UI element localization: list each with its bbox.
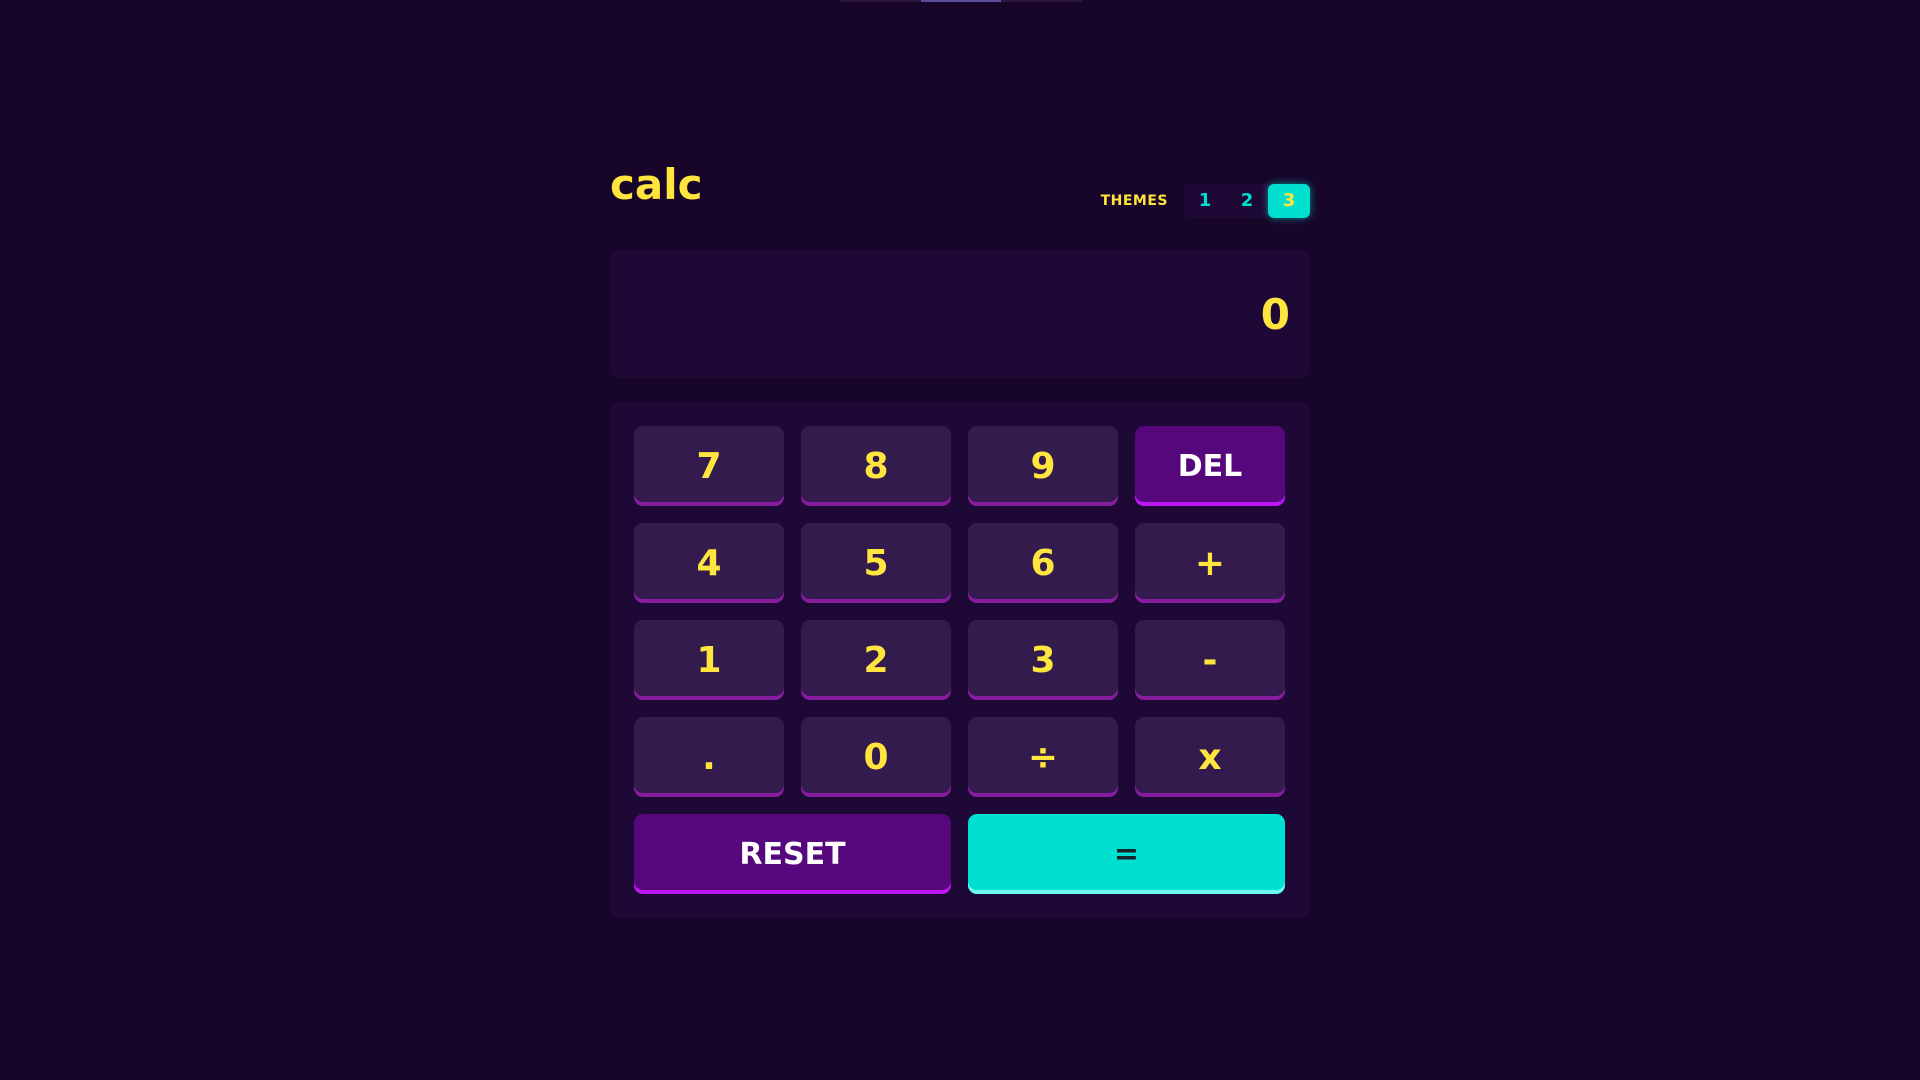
- calculator: calc THEMES 1 2 3 0 7 8 9 DEL 4 5 6 + 1 …: [610, 150, 1310, 918]
- theme-label: THEMES: [1100, 193, 1168, 209]
- theme-option-3[interactable]: 3: [1268, 184, 1310, 218]
- minus-button[interactable]: -: [1135, 620, 1285, 700]
- key-9[interactable]: 9: [968, 426, 1118, 506]
- key-3[interactable]: 3: [968, 620, 1118, 700]
- key-8[interactable]: 8: [801, 426, 951, 506]
- key-5[interactable]: 5: [801, 523, 951, 603]
- app-logo: calc: [610, 160, 703, 209]
- decimal-button[interactable]: .: [634, 717, 784, 797]
- divide-button[interactable]: ÷: [968, 717, 1118, 797]
- plus-button[interactable]: +: [1135, 523, 1285, 603]
- top-tab-segment: [840, 0, 921, 2]
- theme-option-1[interactable]: 1: [1184, 184, 1226, 218]
- top-tab-indicator: [840, 0, 1083, 2]
- delete-button[interactable]: DEL: [1135, 426, 1285, 506]
- reset-button[interactable]: RESET: [634, 814, 951, 894]
- key-0[interactable]: 0: [801, 717, 951, 797]
- equals-button[interactable]: =: [968, 814, 1285, 894]
- theme-toggle-track[interactable]: 1 2 3: [1184, 184, 1310, 218]
- key-7[interactable]: 7: [634, 426, 784, 506]
- top-tab-segment-active: [920, 0, 1002, 2]
- key-2[interactable]: 2: [801, 620, 951, 700]
- key-6[interactable]: 6: [968, 523, 1118, 603]
- theme-option-2[interactable]: 2: [1226, 184, 1268, 218]
- multiply-button[interactable]: x: [1135, 717, 1285, 797]
- top-tab-segment: [1001, 0, 1083, 2]
- calculator-header: calc THEMES 1 2 3: [610, 150, 1310, 250]
- theme-switcher: THEMES 1 2 3: [1101, 184, 1310, 218]
- keypad: 7 8 9 DEL 4 5 6 + 1 2 3 - . 0 ÷ x RESET …: [610, 402, 1310, 918]
- key-1[interactable]: 1: [634, 620, 784, 700]
- calculator-display: 0: [610, 250, 1310, 378]
- display-value: 0: [1260, 289, 1290, 339]
- key-4[interactable]: 4: [634, 523, 784, 603]
